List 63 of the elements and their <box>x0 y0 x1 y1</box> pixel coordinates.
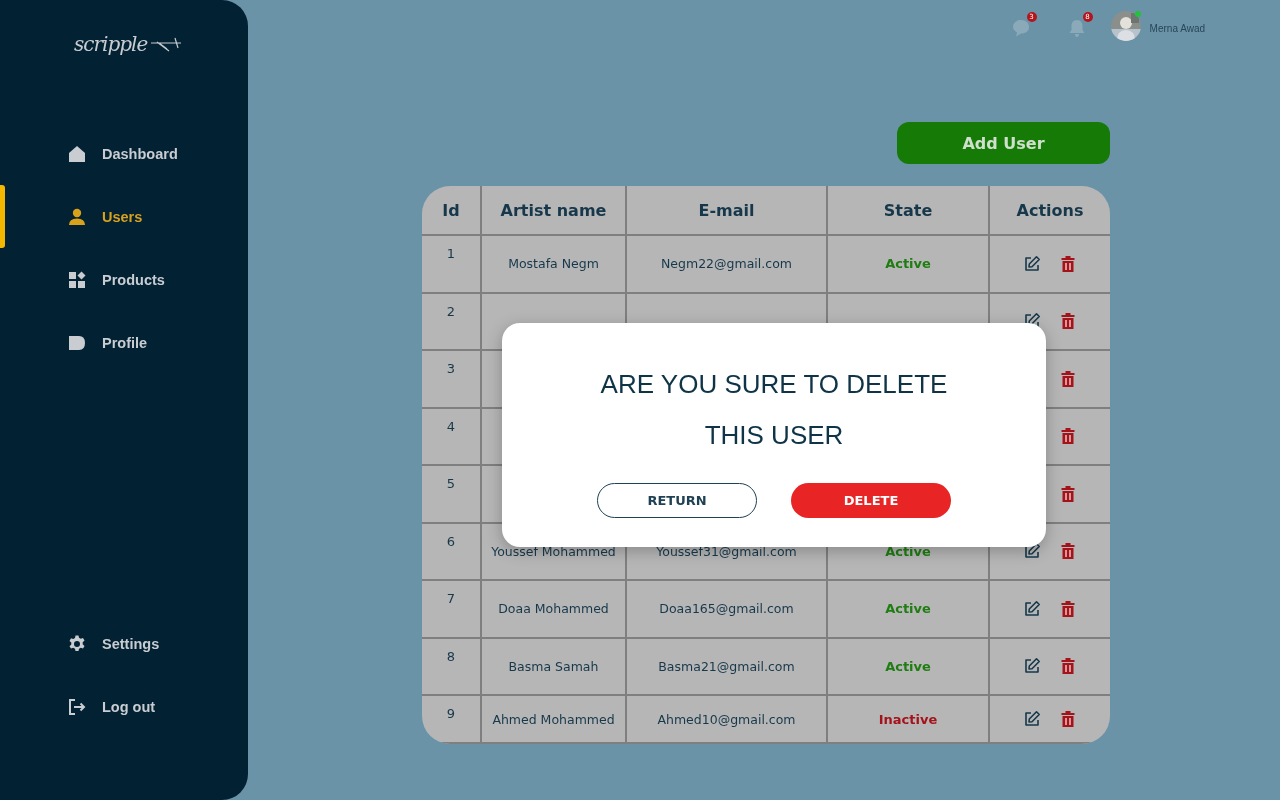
edit-icon[interactable] <box>1023 599 1041 618</box>
edit-icon[interactable] <box>1023 542 1041 561</box>
column-header: Artist name <box>482 186 627 236</box>
dialog-title: ARE YOU SURE TO DELETE <box>600 368 948 401</box>
table-cell: Doaa165@gmail.com <box>627 581 828 639</box>
table-cell: 8 <box>422 638 482 696</box>
trash-icon[interactable] <box>1059 427 1077 446</box>
grid-icon <box>68 270 86 289</box>
edit-icon[interactable] <box>1023 657 1041 676</box>
table-cell: Mostafa Negm <box>482 236 627 294</box>
user-name: Merna Awad <box>1149 22 1205 34</box>
logo: scripple <box>74 32 148 56</box>
active-indicator <box>0 185 5 248</box>
settings-icon <box>68 634 86 653</box>
edit-icon[interactable] <box>1023 710 1041 728</box>
status-text: Active <box>885 601 931 617</box>
dialog-title: THIS USER <box>704 419 844 452</box>
table-cell: 6 <box>422 523 482 581</box>
nav-item[interactable]: Log out <box>0 675 248 738</box>
status-text: Active <box>885 543 931 559</box>
table-cell: 5 <box>422 466 482 524</box>
table-cell: 7 <box>422 581 482 639</box>
table-cell: Ahmed Mohammed <box>482 696 627 744</box>
logout-icon <box>68 697 86 716</box>
trash-icon[interactable] <box>1059 542 1077 561</box>
table-cell: 4 <box>422 408 482 466</box>
table-cell: 3 <box>422 351 482 409</box>
trash-icon[interactable] <box>1059 369 1077 388</box>
user-icon <box>68 207 86 226</box>
nav-item[interactable]: Products <box>0 248 248 311</box>
trash-icon[interactable] <box>1059 312 1077 331</box>
add-user-button[interactable]: Add User <box>897 122 1110 164</box>
table-cell: Basma21@gmail.com <box>627 638 828 696</box>
table-cell: 9 <box>422 696 482 744</box>
column-header: Actions <box>990 186 1110 236</box>
trash-icon[interactable] <box>1059 710 1077 728</box>
table-cell: Doaa Mohammed <box>482 581 627 639</box>
trash-icon[interactable] <box>1059 254 1077 273</box>
trash-icon[interactable] <box>1059 599 1077 618</box>
table-cell: Basma Samah <box>482 638 627 696</box>
chat-icon[interactable] <box>1010 18 1031 38</box>
tag-icon <box>68 333 86 352</box>
status-text: Inactive <box>878 711 938 727</box>
table-cell: 2 <box>422 293 482 351</box>
trash-icon[interactable] <box>1059 484 1077 503</box>
edit-icon[interactable] <box>1023 254 1041 273</box>
table-cell: Negm22@gmail.com <box>627 236 828 294</box>
column-header: State <box>828 186 990 236</box>
column-header: Id <box>422 186 482 236</box>
nav-item[interactable]: Profile <box>0 311 248 374</box>
plane-icon <box>149 35 184 53</box>
home-icon <box>68 144 86 163</box>
column-header: E-mail <box>627 186 828 236</box>
return-button[interactable]: RETURN <box>597 483 757 518</box>
delete-button[interactable]: DELETE <box>791 483 951 518</box>
trash-icon[interactable] <box>1059 657 1077 676</box>
status-text: Active <box>885 256 931 272</box>
nav-item[interactable]: Settings <box>0 612 248 675</box>
table-cell: 1 <box>422 236 482 294</box>
nav-item[interactable]: Dashboard <box>0 122 248 185</box>
nav-item[interactable]: Users <box>0 185 248 248</box>
table-cell: Ahmed10@gmail.com <box>627 696 828 744</box>
status-text: Active <box>885 658 931 674</box>
